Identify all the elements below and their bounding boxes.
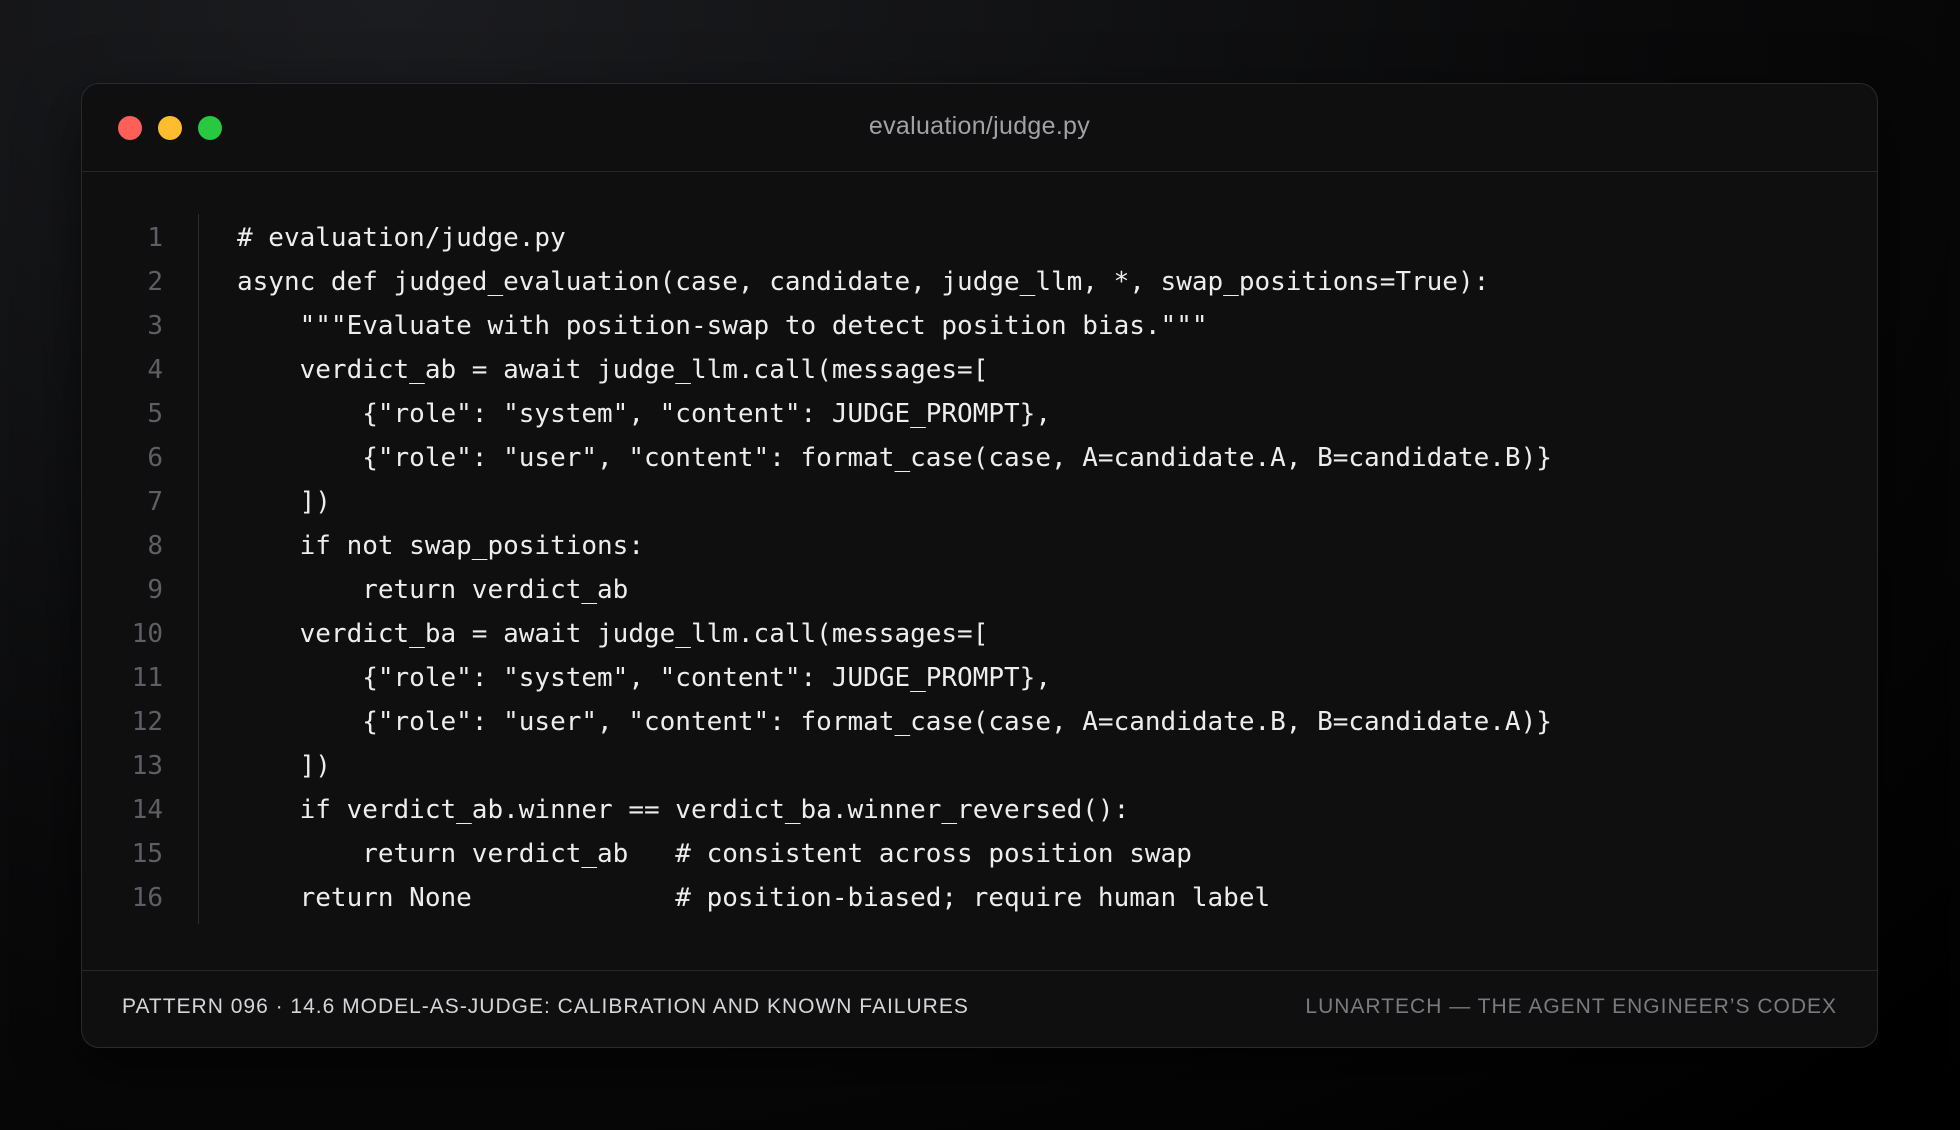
code-text: return verdict_ab # consistent across po…	[237, 839, 1192, 869]
line-number: 11	[131, 663, 163, 693]
window-title: evaluation/judge.py	[868, 112, 1091, 140]
code-text: verdict_ab = await judge_llm.call(messag…	[237, 355, 989, 385]
code-text: {"role": "system", "content": JUDGE_PROM…	[237, 399, 1051, 429]
line-number: 5	[147, 399, 163, 429]
footer: PATTERN 096 · 14.6 MODEL-AS-JUDGE: CALIB…	[82, 970, 1877, 1047]
code-line: 8 if not swap_positions:	[82, 524, 1877, 568]
code-line: 13 ])	[82, 744, 1877, 788]
line-number: 3	[147, 311, 163, 341]
code-text: """Evaluate with position-swap to detect…	[237, 311, 1208, 341]
title-bar: evaluation/judge.py	[82, 84, 1877, 172]
code-text: async def judged_evaluation(case, candid…	[237, 267, 1490, 297]
line-number: 14	[131, 795, 163, 825]
code-line: 16 return None # position-biased; requir…	[82, 876, 1877, 920]
code-text: verdict_ba = await judge_llm.call(messag…	[237, 619, 989, 649]
code-line: 14 if verdict_ab.winner == verdict_ba.wi…	[82, 788, 1877, 832]
line-number: 8	[147, 531, 163, 561]
code-text: # evaluation/judge.py	[237, 223, 566, 253]
line-number: 7	[147, 487, 163, 517]
code-window: evaluation/judge.py 1 # evaluation/judge.…	[81, 83, 1878, 1048]
code-text: ])	[237, 487, 331, 517]
code-line: 6 {"role": "user", "content": format_cas…	[82, 436, 1877, 480]
code-line: 4 verdict_ab = await judge_llm.call(mess…	[82, 348, 1877, 392]
line-number: 15	[131, 839, 163, 869]
line-number: 13	[131, 751, 163, 781]
code-editor[interactable]: 1 # evaluation/judge.py 2 async def judged_…	[82, 216, 1877, 920]
code-line: 10 verdict_ba = await judge_llm.call(mes…	[82, 612, 1877, 656]
line-number: 6	[147, 443, 163, 473]
code-text: return None # position-biased; require h…	[237, 883, 1271, 913]
code-text: ])	[237, 751, 331, 781]
code-line: 15 return verdict_ab # consistent across…	[82, 832, 1877, 876]
code-line: 1 # evaluation/judge.py	[82, 216, 1877, 260]
line-number: 9	[147, 575, 163, 605]
line-number: 16	[131, 883, 163, 913]
code-line: 5 {"role": "system", "content": JUDGE_PR…	[82, 392, 1877, 436]
code-line: 2 async def judged_evaluation(case, candi…	[82, 260, 1877, 304]
line-number: 10	[131, 619, 163, 649]
code-text: if verdict_ab.winner == verdict_ba.winne…	[237, 795, 1130, 825]
code-text: return verdict_ab	[237, 575, 629, 605]
pattern-caption: PATTERN 096 · 14.6 MODEL-AS-JUDGE: CALIB…	[122, 995, 969, 1018]
code-line: 12 {"role": "user", "content": format_ca…	[82, 700, 1877, 744]
code-line: 9 return verdict_ab	[82, 568, 1877, 612]
code-line: 3 """Evaluate with position-swap to dete…	[82, 304, 1877, 348]
code-text: {"role": "system", "content": JUDGE_PROM…	[237, 663, 1051, 693]
line-number: 1	[147, 223, 163, 253]
brand-caption: LUNARTECH — THE AGENT ENGINEER’S CODEX	[1305, 995, 1837, 1018]
code-line: 7 ])	[82, 480, 1877, 524]
code-text: if not swap_positions:	[237, 531, 644, 561]
code-text: {"role": "user", "content": format_case(…	[237, 443, 1552, 473]
line-number: 12	[131, 707, 163, 737]
code-line: 11 {"role": "system", "content": JUDGE_P…	[82, 656, 1877, 700]
line-number: 2	[147, 267, 163, 297]
code-text: {"role": "user", "content": format_case(…	[237, 707, 1552, 737]
line-number: 4	[147, 355, 163, 385]
